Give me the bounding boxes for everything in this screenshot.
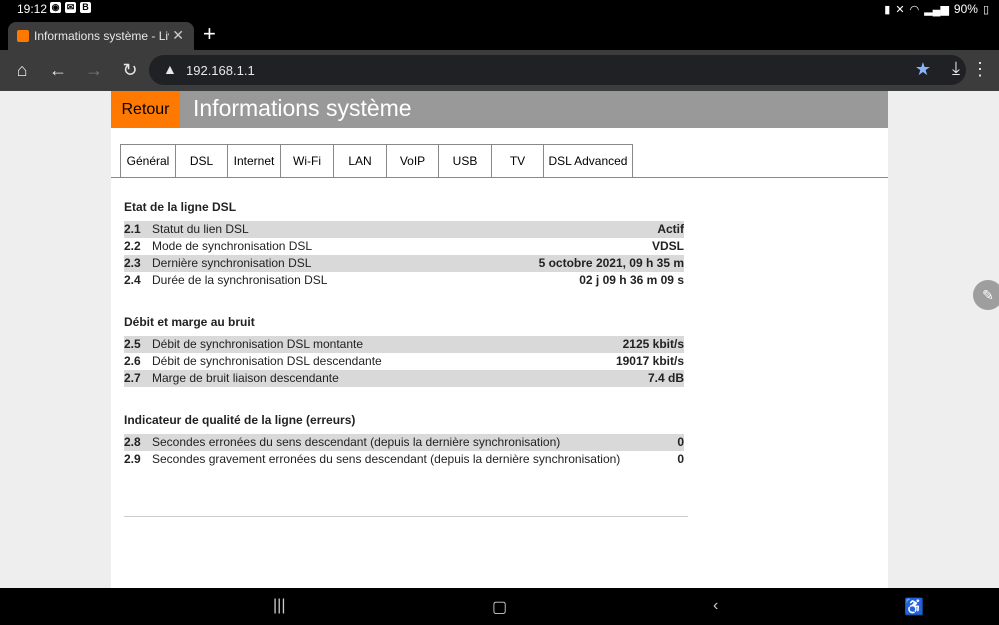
browser-tab[interactable]: Informations système - Liveb ✕ [8,22,194,50]
row-value: 0 [677,452,684,466]
section-title: Débit et marge au bruit [124,315,255,329]
row-value: 5 octobre 2021, 09 h 35 m [538,256,684,270]
row-number: 2.1 [124,222,141,236]
tab-wifi[interactable]: Wi-Fi [280,144,333,178]
status-bar: 19:12 ◉ ✉ B ▮ ✕ ◠ ▂▄▆ 90% ▯ [0,0,999,18]
info-table: 2.5 Débit de synchronisation DSL montant… [124,336,684,387]
table-row: 2.6 Débit de synchronisation DSL descend… [124,353,684,370]
section-tabs: Général DSL Internet Wi-Fi LAN VoIP USB … [120,144,633,178]
wifi-icon: ◠ [909,3,920,16]
row-label: Débit de synchronisation DSL descendante [152,354,382,368]
row-label: Débit de synchronisation DSL montante [152,337,364,351]
mute-icon: ✕ [895,3,905,16]
close-tab-icon[interactable]: ✕ [172,27,184,44]
system-back-icon[interactable]: ‹ [713,597,718,615]
edit-pencil-icon[interactable]: ✎ [973,280,999,310]
back-button[interactable]: Retour [111,91,180,128]
mail-icon: ✉ [65,2,76,13]
notification-icons: ◉ ✉ B [50,2,91,13]
tab-internet[interactable]: Internet [227,144,280,178]
row-value: 0 [677,435,684,449]
url-text[interactable]: 192.168.1.1 [186,63,255,78]
row-number: 2.5 [124,337,141,351]
home-circle-icon[interactable]: ▢ [492,597,507,617]
row-label: Statut du lien DSL [152,222,249,236]
info-table: 2.8 Secondes erronées du sens descendant… [124,434,684,468]
table-row: 2.3 Dernière synchronisation DSL 5 octob… [124,255,684,272]
forward-arrow-icon[interactable]: → [83,59,105,81]
page-viewport: Retour Informations système Général DSL … [0,91,999,588]
system-icons: ▮ ✕ ◠ ▂▄▆ 90% ▯ [884,2,989,16]
row-number: 2.7 [124,371,141,385]
tab-tv[interactable]: TV [491,144,543,178]
table-row: 2.2 Mode de synchronisation DSL VDSL [124,238,684,255]
favicon-icon [17,30,29,42]
address-bar[interactable]: ▲ 192.168.1.1 ★ ⤓ [149,55,966,85]
row-number: 2.2 [124,239,141,253]
page-header: Retour Informations système [111,91,888,128]
tab-dsl-advanced[interactable]: DSL Advanced [543,144,633,178]
table-row: 2.7 Marge de bruit liaison descendante 7… [124,370,684,387]
content-panel: Retour Informations système Général DSL … [111,91,888,588]
browser-toolbar: ⌂ ← → ↻ ▲ 192.168.1.1 ★ ⤓ ⋮ [0,50,999,91]
tab-strip: Informations système - Liveb ✕ + [0,18,999,50]
battery-level: 90% [953,2,978,16]
tab-underline [111,177,888,178]
row-label: Dernière synchronisation DSL [152,256,312,270]
row-number: 2.8 [124,435,141,449]
page-title: Informations système [193,95,412,121]
home-icon[interactable]: ⌂ [11,59,33,81]
row-label: Secondes erronées du sens descendant (de… [152,435,561,449]
notif-badge-icon: B [80,2,91,13]
row-value: 2125 kbit/s [622,337,684,351]
row-value: Actif [657,222,684,236]
divider [124,516,688,517]
row-value: VDSL [651,239,684,253]
status-time: 19:12 [17,2,48,16]
tab-general[interactable]: Général [120,144,175,178]
accessibility-icon[interactable]: ♿ [904,597,924,617]
row-value: 02 j 09 h 36 m 09 s [579,273,684,287]
row-number: 2.3 [124,256,141,270]
battery-saver-icon: ▮ [884,3,891,16]
row-value: 19017 kbit/s [615,354,684,368]
not-secure-warning-icon[interactable]: ▲ [163,61,177,77]
reload-icon[interactable]: ↻ [119,59,141,81]
section-title: Etat de la ligne DSL [124,200,237,214]
row-label: Marge de bruit liaison descendante [152,371,339,385]
recent-apps-icon[interactable]: ||| [273,597,285,615]
row-label: Durée de la synchronisation DSL [152,273,328,287]
table-row: 2.4 Durée de la synchronisation DSL 02 j… [124,272,684,289]
table-row: 2.9 Secondes gravement erronées du sens … [124,451,684,468]
row-label: Mode de synchronisation DSL [152,239,313,253]
system-nav-bar: ||| ▢ ‹ ♿ [0,588,999,625]
tab-voip[interactable]: VoIP [386,144,438,178]
row-number: 2.6 [124,354,141,368]
battery-icon: ▯ [982,3,989,16]
row-number: 2.9 [124,452,141,466]
download-icon[interactable]: ⤓ [952,58,960,79]
table-row: 2.1 Statut du lien DSL Actif [124,221,684,238]
tab-usb[interactable]: USB [438,144,491,178]
browser-tab-title: Informations système - Liveb [34,29,169,43]
tab-dsl[interactable]: DSL [175,144,227,178]
row-value: 7.4 dB [647,371,684,385]
bookmark-star-icon[interactable]: ★ [915,59,931,80]
discord-icon: ◉ [50,2,61,13]
table-row: 2.8 Secondes erronées du sens descendant… [124,434,684,451]
signal-icon: ▂▄▆ [924,3,949,16]
section-title: Indicateur de qualité de la ligne (erreu… [124,413,356,427]
back-arrow-icon[interactable]: ← [47,59,69,81]
new-tab-icon[interactable]: + [203,23,216,45]
row-label: Secondes gravement erronées du sens desc… [152,452,621,466]
info-table: 2.1 Statut du lien DSL Actif 2.2 Mode de… [124,221,684,289]
table-row: 2.5 Débit de synchronisation DSL montant… [124,336,684,353]
row-number: 2.4 [124,273,141,287]
tab-lan[interactable]: LAN [333,144,386,178]
menu-dots-icon[interactable]: ⋮ [971,59,989,80]
